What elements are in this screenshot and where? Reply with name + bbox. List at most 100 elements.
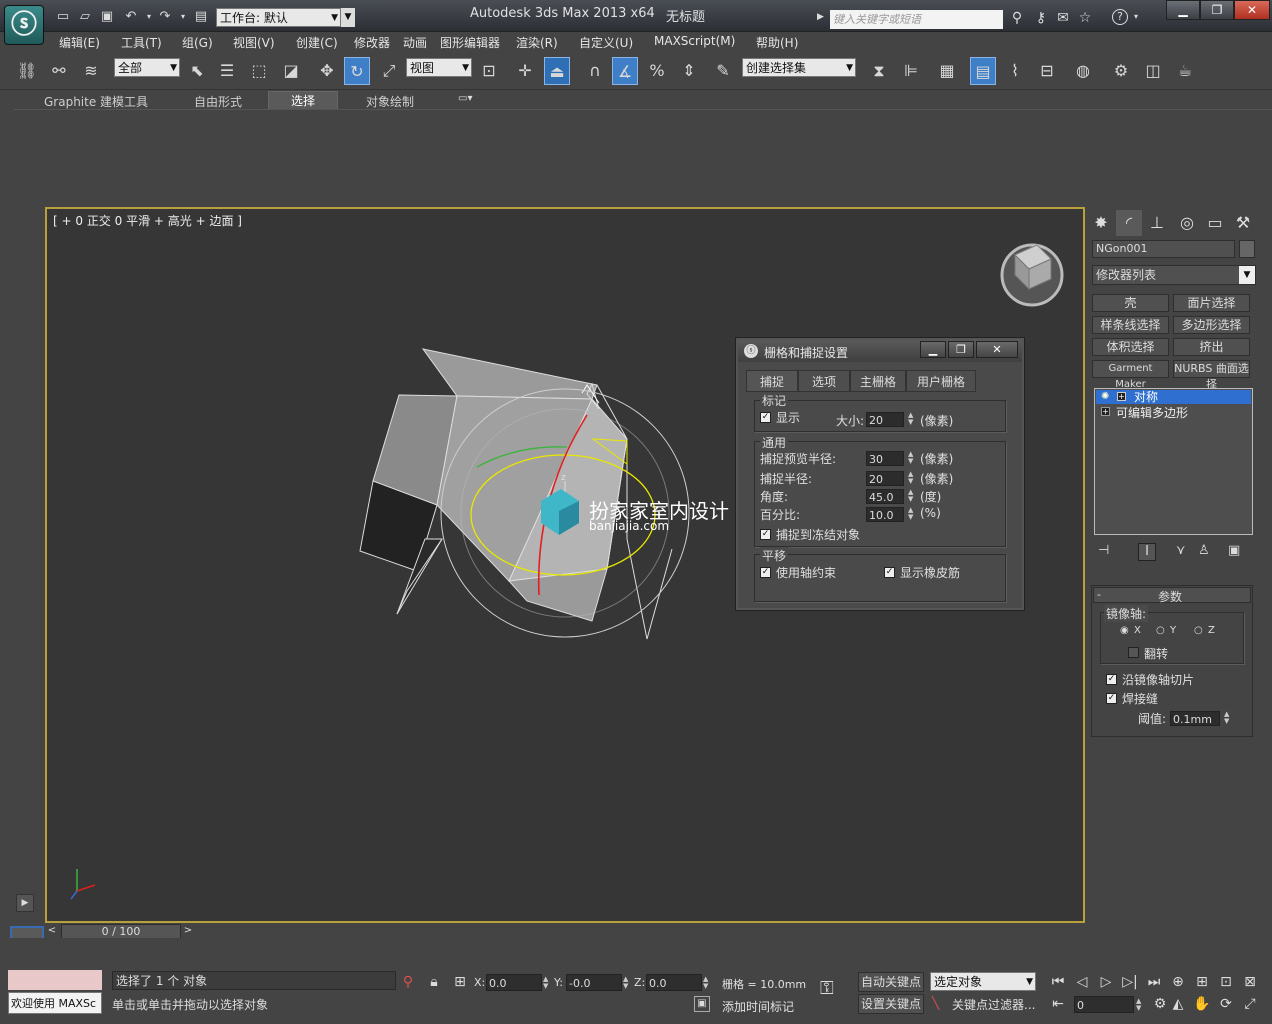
maxscript-listener[interactable]	[8, 970, 102, 990]
expand-symmetry-icon[interactable]: +	[1117, 392, 1126, 401]
slice-checkbox[interactable]: ✓	[1106, 674, 1117, 685]
close-window-button[interactable]: ✕	[1234, 0, 1270, 20]
zoom-extents-icon[interactable]: ⊡	[1216, 972, 1236, 992]
rendered-frame-icon[interactable]: ◫	[1140, 57, 1166, 85]
zoom-all-icon[interactable]: ⊞	[1192, 972, 1212, 992]
play-icon[interactable]: ▷	[1096, 972, 1116, 992]
reference-coordinate-dropdown[interactable]: 视图 ▼	[406, 58, 472, 77]
y-spinner[interactable]: ▲ ▼	[623, 976, 631, 991]
tab-user-grids[interactable]: 用户栅格	[906, 370, 976, 392]
make-unique-icon[interactable]: ⋎	[1176, 543, 1186, 558]
bind-space-warp-icon[interactable]: ≋	[78, 57, 104, 85]
pivot-center-icon[interactable]: ⊡	[476, 57, 502, 85]
select-scale-icon[interactable]: ⤢	[376, 57, 402, 85]
object-name-field[interactable]: NGon001	[1092, 240, 1235, 258]
current-frame-input[interactable]: 0	[1074, 996, 1134, 1013]
orbit-icon[interactable]: ⟳	[1216, 994, 1236, 1014]
threshold-input[interactable]: 0.1mm	[1170, 711, 1220, 726]
x-coordinate-input[interactable]: 0.0	[486, 974, 542, 991]
search-expand-icon[interactable]: ▶	[817, 12, 824, 22]
time-tag-icon[interactable]: ▣	[694, 996, 710, 1012]
z-coordinate-input[interactable]: 0.0	[646, 974, 702, 991]
layer-manager-icon[interactable]: ▦	[934, 57, 960, 85]
preview-radius-input[interactable]: 30	[866, 451, 904, 466]
help-dropdown-icon[interactable]: ▾	[1134, 12, 1138, 21]
threshold-spinner[interactable]: ▲ ▼	[1224, 711, 1232, 726]
redo-dropdown-icon[interactable]: ▾	[174, 8, 192, 26]
mirror-icon[interactable]: ⧗	[866, 57, 892, 85]
dialog-title-bar[interactable]: ⓢ 栅格和捕捉设置 ▁ ❐ ✕	[738, 340, 1022, 362]
mod-shell-button[interactable]: 壳	[1092, 294, 1169, 312]
redo-icon[interactable]: ↷	[156, 8, 174, 26]
parameters-rollout-header[interactable]: - 参数	[1093, 587, 1251, 604]
time-slider[interactable]: 0 / 100	[61, 924, 181, 939]
select-link-icon[interactable]: ⛓	[14, 57, 40, 85]
snap-radius-input[interactable]: 20	[866, 471, 904, 486]
subscription-icon[interactable]: ⚷	[1032, 9, 1050, 27]
selection-lock-icon[interactable]: 🔒︎	[424, 972, 444, 992]
key-mode-icon[interactable]: ⇤	[1048, 994, 1068, 1014]
menu-edit[interactable]: 编辑(E)	[59, 34, 100, 51]
dialog-maximize-button[interactable]: ❐	[948, 341, 974, 358]
select-rotate-icon[interactable]: ↻	[344, 57, 370, 85]
project-folder-icon[interactable]: ▤	[192, 8, 210, 26]
modifier-list-dropdown[interactable]: 修改器列表 ▼	[1092, 265, 1256, 285]
menu-customize[interactable]: 自定义(U)	[579, 34, 633, 51]
mod-nurbs-select-button[interactable]: NURBS 曲面选择	[1173, 360, 1250, 391]
schematic-view-icon[interactable]: ⊟	[1034, 57, 1060, 85]
menu-views[interactable]: 视图(V)	[233, 34, 275, 51]
app-logo[interactable]: ⓢ	[4, 5, 44, 45]
communication-center-icon[interactable]: ✉	[1054, 9, 1072, 27]
new-file-icon[interactable]: ▭	[54, 8, 72, 26]
axis-z-radio[interactable]: ○	[1194, 625, 1203, 636]
stack-item-editable-poly[interactable]: 可编辑多边形	[1116, 404, 1188, 421]
axis-y-radio[interactable]: ○	[1156, 625, 1165, 636]
menu-rendering[interactable]: 渲染(R)	[516, 34, 558, 51]
snap-frozen-checkbox[interactable]: ✓	[760, 529, 771, 540]
set-key-button[interactable]: 设置关键点	[858, 994, 924, 1014]
axis-x-radio[interactable]: ◉	[1120, 625, 1129, 636]
favorites-star-icon[interactable]: ☆	[1076, 9, 1094, 27]
expand-viewport-icon[interactable]: ▶	[16, 894, 34, 912]
configure-sets-icon[interactable]: ▣	[1228, 543, 1240, 558]
mod-garment-maker-button[interactable]: Garment Maker	[1092, 360, 1169, 390]
goto-start-icon[interactable]: ⏮	[1048, 972, 1068, 992]
maxscript-mini-listener[interactable]: 欢迎使用 MAXSc	[8, 992, 102, 1014]
render-production-icon[interactable]: ☕	[1172, 57, 1198, 85]
material-editor-icon[interactable]: ◍	[1070, 57, 1096, 85]
next-frame-icon[interactable]: ▷|	[1120, 972, 1140, 992]
menu-help[interactable]: 帮助(H)	[756, 34, 798, 51]
unlink-icon[interactable]: ⚯	[46, 57, 72, 85]
z-spinner[interactable]: ▲ ▼	[703, 976, 711, 991]
goto-end-icon[interactable]: ⏭	[1144, 972, 1164, 992]
tab-home-grid[interactable]: 主栅格	[850, 370, 906, 392]
menu-modifiers[interactable]: 修改器	[354, 34, 390, 51]
search-input[interactable]: 键入关键字或短语	[830, 10, 1003, 29]
select-move-icon[interactable]: ✥	[314, 57, 340, 85]
time-config-icon[interactable]: ⚙	[1150, 994, 1170, 1014]
selection-filter-dropdown[interactable]: 全部 ▼	[114, 58, 180, 77]
menu-create[interactable]: 创建(C)	[296, 34, 338, 51]
named-selection-set-dropdown[interactable]: 创建选择集 ▼	[742, 58, 856, 77]
expand-editable-poly-icon[interactable]: +	[1101, 407, 1110, 416]
tab-snaps[interactable]: 捕捉	[746, 370, 798, 392]
percent-input[interactable]: 10.0	[866, 507, 904, 522]
time-next-icon[interactable]: >	[181, 924, 195, 938]
menu-group[interactable]: 组(G)	[182, 34, 213, 51]
select-by-name-icon[interactable]: ☰	[214, 57, 240, 85]
hierarchy-tab-icon[interactable]: ⊥	[1144, 210, 1170, 236]
create-tab-icon[interactable]: ✸	[1088, 210, 1114, 236]
manipulate-icon[interactable]: ✛	[512, 57, 538, 85]
tab-options[interactable]: 选项	[798, 370, 850, 392]
lightbulb-icon[interactable]: ✺	[1101, 391, 1109, 402]
percent-snap-icon[interactable]: %	[644, 57, 670, 85]
percent-spinner[interactable]: ▲ ▼	[908, 507, 916, 522]
mod-volume-select-button[interactable]: 体积选择	[1092, 338, 1169, 356]
remove-modifier-icon[interactable]: ♙	[1198, 543, 1210, 558]
size-spinner[interactable]: ▲ ▼	[908, 412, 916, 427]
x-spinner[interactable]: ▲ ▼	[543, 976, 551, 991]
mod-poly-select-button[interactable]: 多边形选择	[1173, 316, 1250, 334]
utilities-tab-icon[interactable]: ⚒	[1230, 210, 1256, 236]
field-of-view-icon[interactable]: ◭	[1168, 994, 1188, 1014]
mod-patch-select-button[interactable]: 面片选择	[1173, 294, 1250, 312]
